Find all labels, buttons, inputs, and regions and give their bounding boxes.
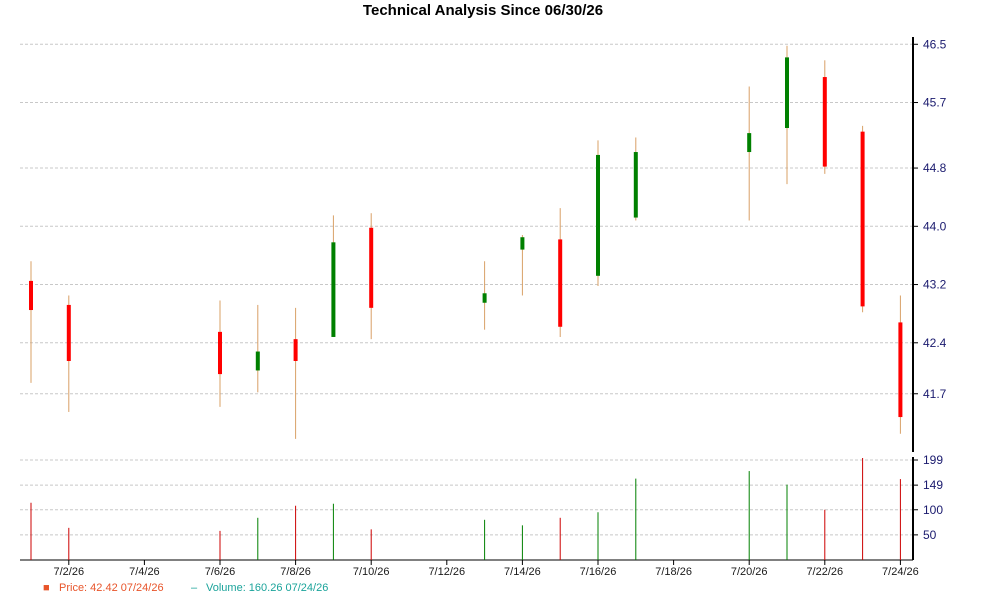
x-tick-label: 7/6/26 [205,566,236,578]
volume-tick-label: 100 [923,503,943,517]
candle-body-down [898,322,903,418]
x-tick-label: 7/8/26 [280,566,311,578]
candle-body-down [822,77,827,167]
volume-grid [20,459,913,536]
x-tick-label: 7/10/26 [353,566,390,578]
candle-body-down [558,239,563,327]
candle-body-down [293,339,298,361]
candle-body-up [255,351,260,371]
x-tick-label: 7/4/26 [129,566,160,578]
candle-body-down [66,304,71,361]
price-grid [20,43,913,395]
volume-bars [30,458,901,560]
candle-body-down [218,331,222,375]
x-tick-label: 7/24/26 [882,566,919,578]
candle-body-up [596,154,600,276]
price-tick-label: 45.7 [923,96,947,110]
x-tick-label: 7/18/26 [655,566,692,578]
volume-legend-marker: – [191,582,198,594]
price-tick-label: 41.7 [923,387,947,401]
x-tick-label: 7/2/26 [54,566,85,578]
volume-axis: 50 100 149 199 [912,453,943,560]
x-tick-label: 7/16/26 [580,566,617,578]
price-tick-label: 44.0 [923,219,947,233]
candles [29,45,903,439]
price-legend-label: Price: 42.42 07/24/26 [59,582,164,594]
candle-body-up [482,293,487,303]
price-tick-label: 42.4 [923,336,947,350]
legend: ■ Price: 42.42 07/24/26 – Volume: 160.26… [43,582,328,594]
price-legend-marker: ■ [43,582,50,594]
candle-body-down [29,280,33,311]
price-tick-label: 43.2 [923,278,947,292]
x-tick-label: 7/22/26 [806,566,843,578]
volume-tick-label: 199 [923,453,943,467]
candle-body-up [747,133,752,153]
x-tick-label: 7/20/26 [731,566,768,578]
chart-title: Technical Analysis Since 06/30/26 [363,2,603,19]
volume-legend-label: Volume: 160.26 07/24/26 [206,582,328,594]
x-tick-label: 7/14/26 [504,566,541,578]
candle-body-up [331,242,336,337]
chart: Technical Analysis Since 06/30/26 41.7 42… [0,0,1000,600]
x-tick-label: 7/12/26 [428,566,465,578]
candle-body-up [785,57,789,129]
volume-tick-label: 149 [923,478,943,492]
price-axis: 41.7 42.4 43.2 44.0 44.8 45.7 46.5 [912,37,947,452]
x-axis: 7/2/26 7/4/26 7/6/26 7/8/26 7/10/26 7/12/26 7/… [20,559,919,578]
price-tick-label: 46.5 [923,37,947,51]
candle-body-up [633,152,638,218]
candle-body-up [520,237,525,250]
technical-analysis-chart: Technical Analysis Since 06/30/26 41.7 42… [20,2,947,594]
volume-tick-label: 50 [923,528,937,542]
candle-body-down [369,227,374,308]
candle-body-down [860,131,865,307]
price-tick-label: 44.8 [923,161,947,175]
